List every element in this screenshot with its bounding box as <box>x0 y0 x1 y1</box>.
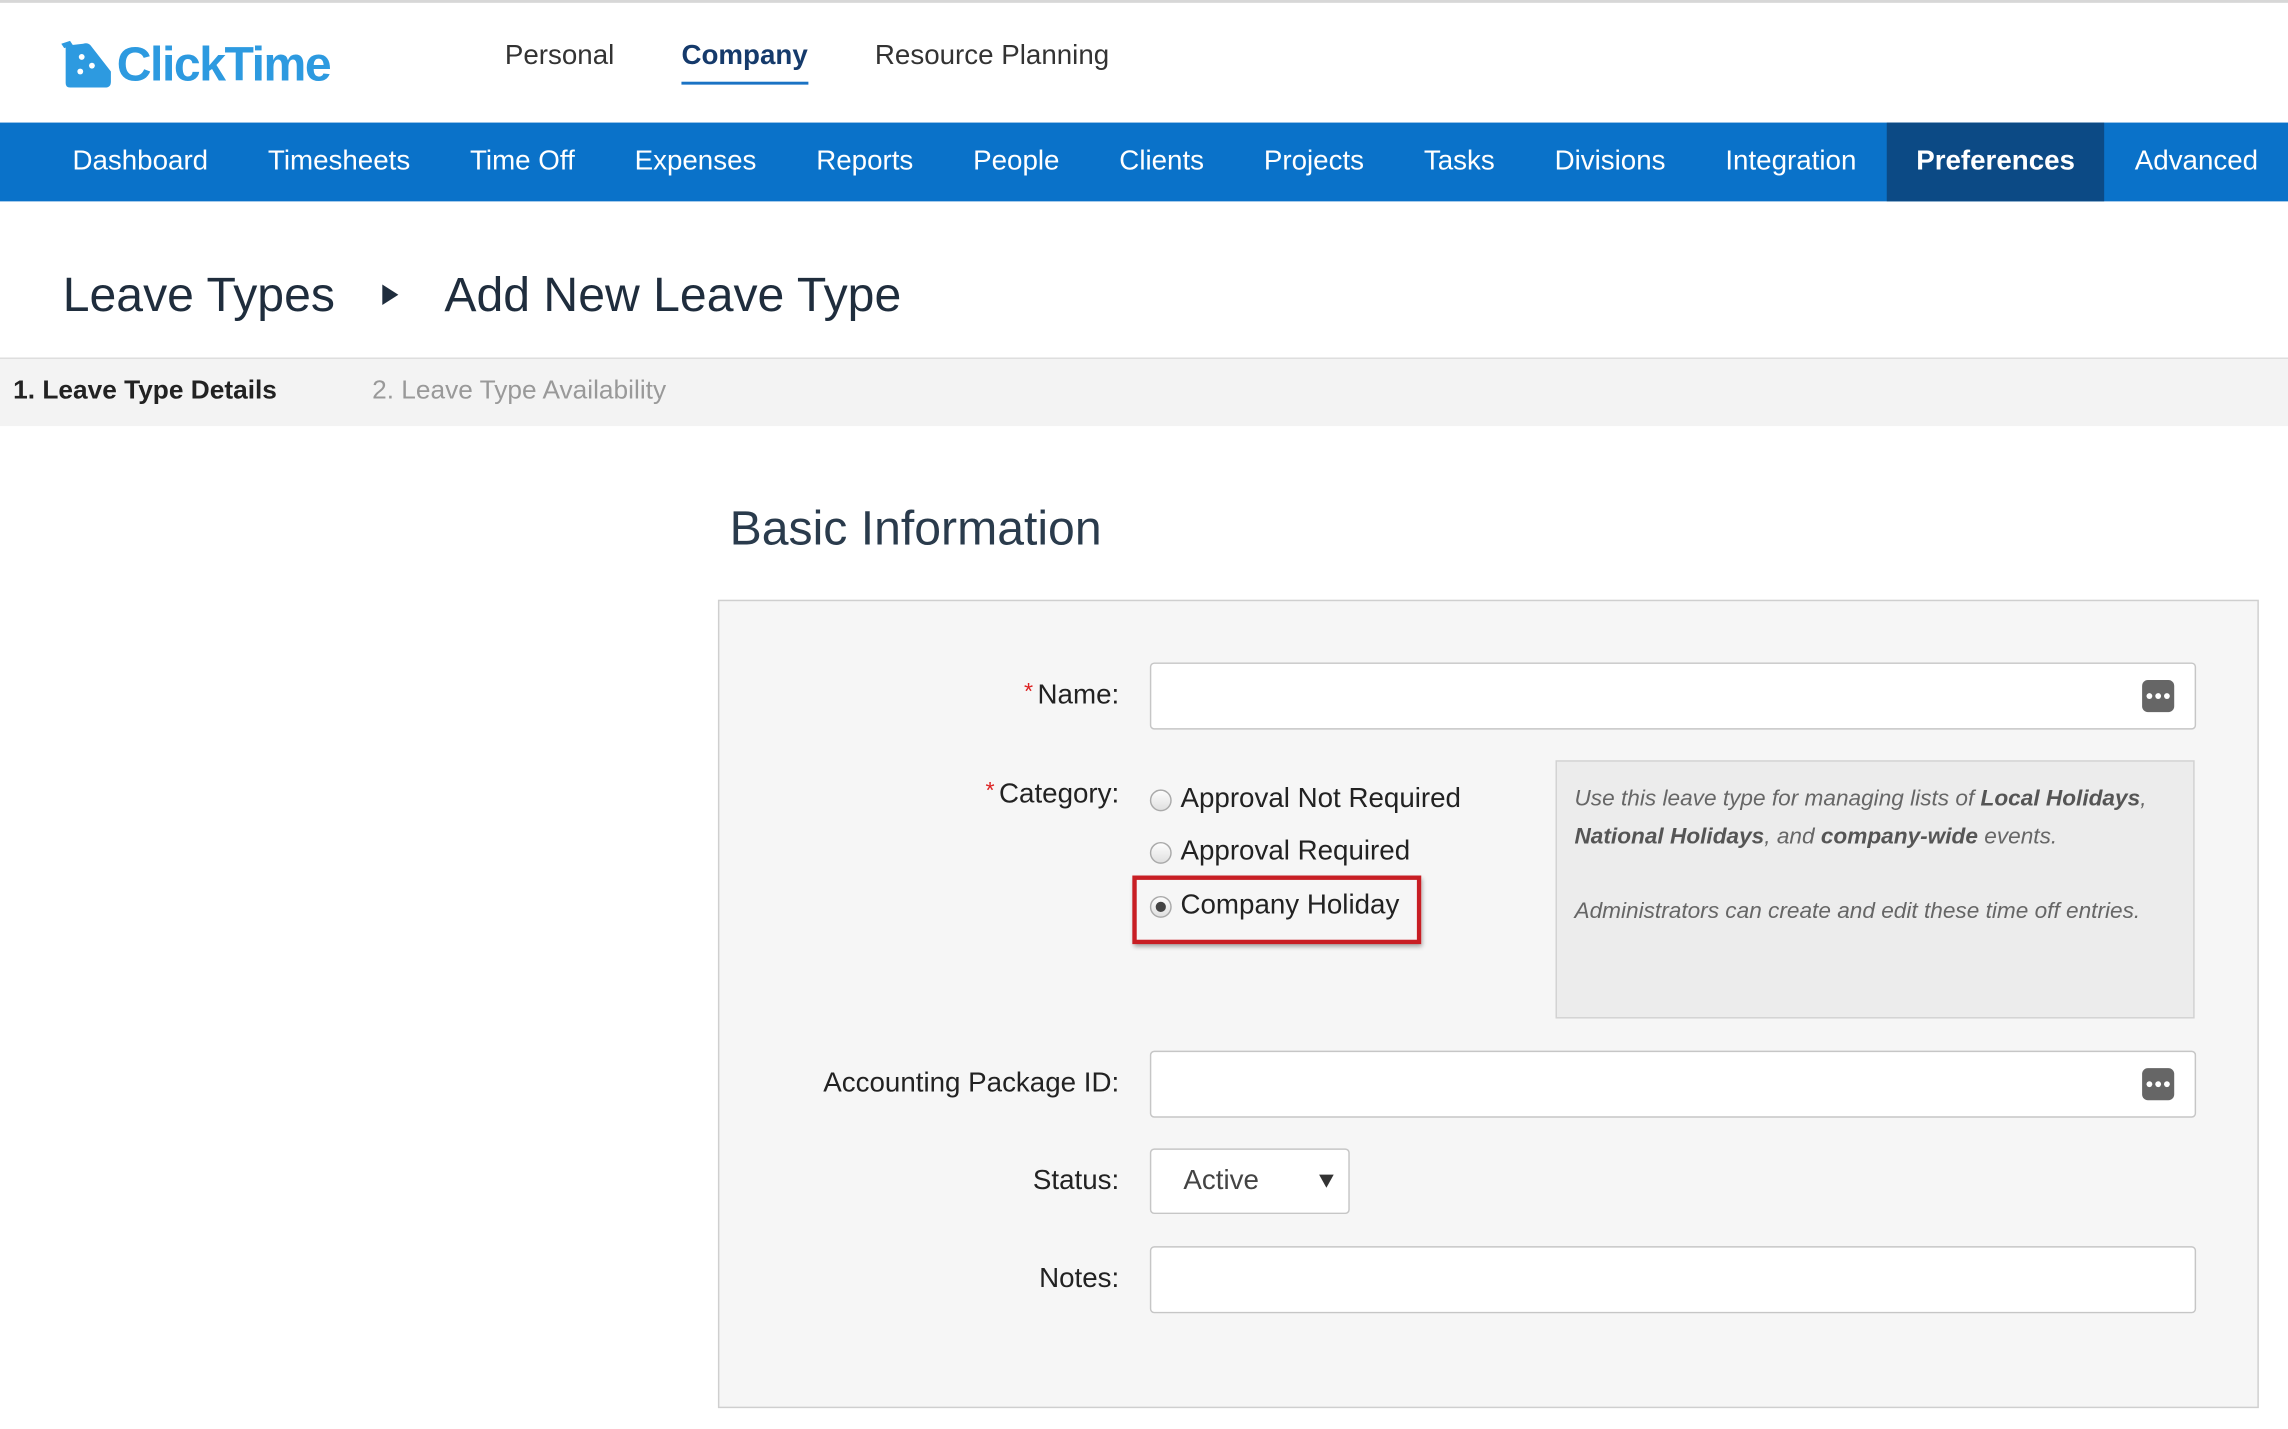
main-nav-divisions[interactable]: Divisions <box>1525 123 1696 202</box>
main-nav-expenses[interactable]: Expenses <box>605 123 787 202</box>
category-label: * Category: <box>985 779 1120 810</box>
main-nav-preferences[interactable]: Preferences <box>1886 122 2105 202</box>
clicktime-logo[interactable]: ClickTime <box>61 35 332 93</box>
radio-approval-required[interactable]: Approval Required <box>1149 836 1410 868</box>
required-marker: * <box>985 779 995 805</box>
main-nav-dashboard[interactable]: Dashboard <box>43 123 238 202</box>
status-select[interactable]: Active <box>1149 1148 1350 1215</box>
radio-button[interactable] <box>1149 788 1172 811</box>
logo-text: ClickTime <box>116 36 332 91</box>
main-nav-timesheets[interactable]: Timesheets <box>238 123 440 202</box>
status-select-value: Active <box>1183 1165 1259 1197</box>
main-nav-people[interactable]: People <box>943 123 1089 202</box>
top-nav-resource-planning[interactable]: Resource Planning <box>875 41 1109 85</box>
highlight-box <box>1132 875 1422 945</box>
breadcrumb-arrow-icon <box>381 284 398 305</box>
caret-down-icon <box>1319 1174 1334 1188</box>
main-nav-clients[interactable]: Clients <box>1089 123 1234 202</box>
more-options-icon[interactable] <box>2142 1068 2175 1101</box>
step-leave-type-details[interactable]: 1. Leave Type Details <box>13 375 277 406</box>
more-options-icon[interactable] <box>2142 679 2175 713</box>
name-input[interactable] <box>1149 662 2197 730</box>
top-nav-company[interactable]: Company <box>681 41 808 85</box>
main-nav-advanced[interactable]: Advanced <box>2105 123 2288 202</box>
main-nav-projects[interactable]: Projects <box>1234 123 1394 202</box>
required-marker: * <box>1024 679 1034 705</box>
notes-label: Notes: <box>1039 1263 1120 1295</box>
main-nav-tasks[interactable]: Tasks <box>1394 123 1525 202</box>
main-nav-time-off[interactable]: Time Off <box>440 123 605 202</box>
main-nav: Dashboard Timesheets Time Off Expenses R… <box>0 122 2288 202</box>
main-nav-reports[interactable]: Reports <box>786 123 943 202</box>
category-help-text: Use this leave type for managing lists o… <box>1555 760 2195 1019</box>
wizard-steps: 1. Leave Type Details 2. Leave Type Avai… <box>0 357 2288 427</box>
accounting-package-id-label: Accounting Package ID: <box>823 1068 1120 1099</box>
accounting-package-id-input[interactable] <box>1149 1050 2197 1118</box>
notes-input[interactable] <box>1149 1246 2197 1314</box>
name-label: * Name: <box>1024 679 1120 711</box>
top-nav: Personal Company Resource Planning <box>505 41 1176 85</box>
radio-button[interactable] <box>1149 841 1172 864</box>
logo-mark-icon <box>61 40 111 88</box>
page-title: Add New Leave Type <box>444 267 902 322</box>
step-leave-type-availability[interactable]: 2. Leave Type Availability <box>372 375 666 406</box>
header: ClickTime Personal Company Resource Plan… <box>0 2 2288 123</box>
main-nav-integration[interactable]: Integration <box>1695 123 1886 202</box>
radio-approval-not-required[interactable]: Approval Not Required <box>1149 784 1461 816</box>
status-label: Status: <box>1032 1165 1120 1197</box>
section-title: Basic Information <box>729 500 1102 555</box>
breadcrumb: Leave Types Add New Leave Type <box>63 267 902 322</box>
top-nav-personal[interactable]: Personal <box>505 41 614 85</box>
breadcrumb-leave-types[interactable]: Leave Types <box>63 267 335 322</box>
